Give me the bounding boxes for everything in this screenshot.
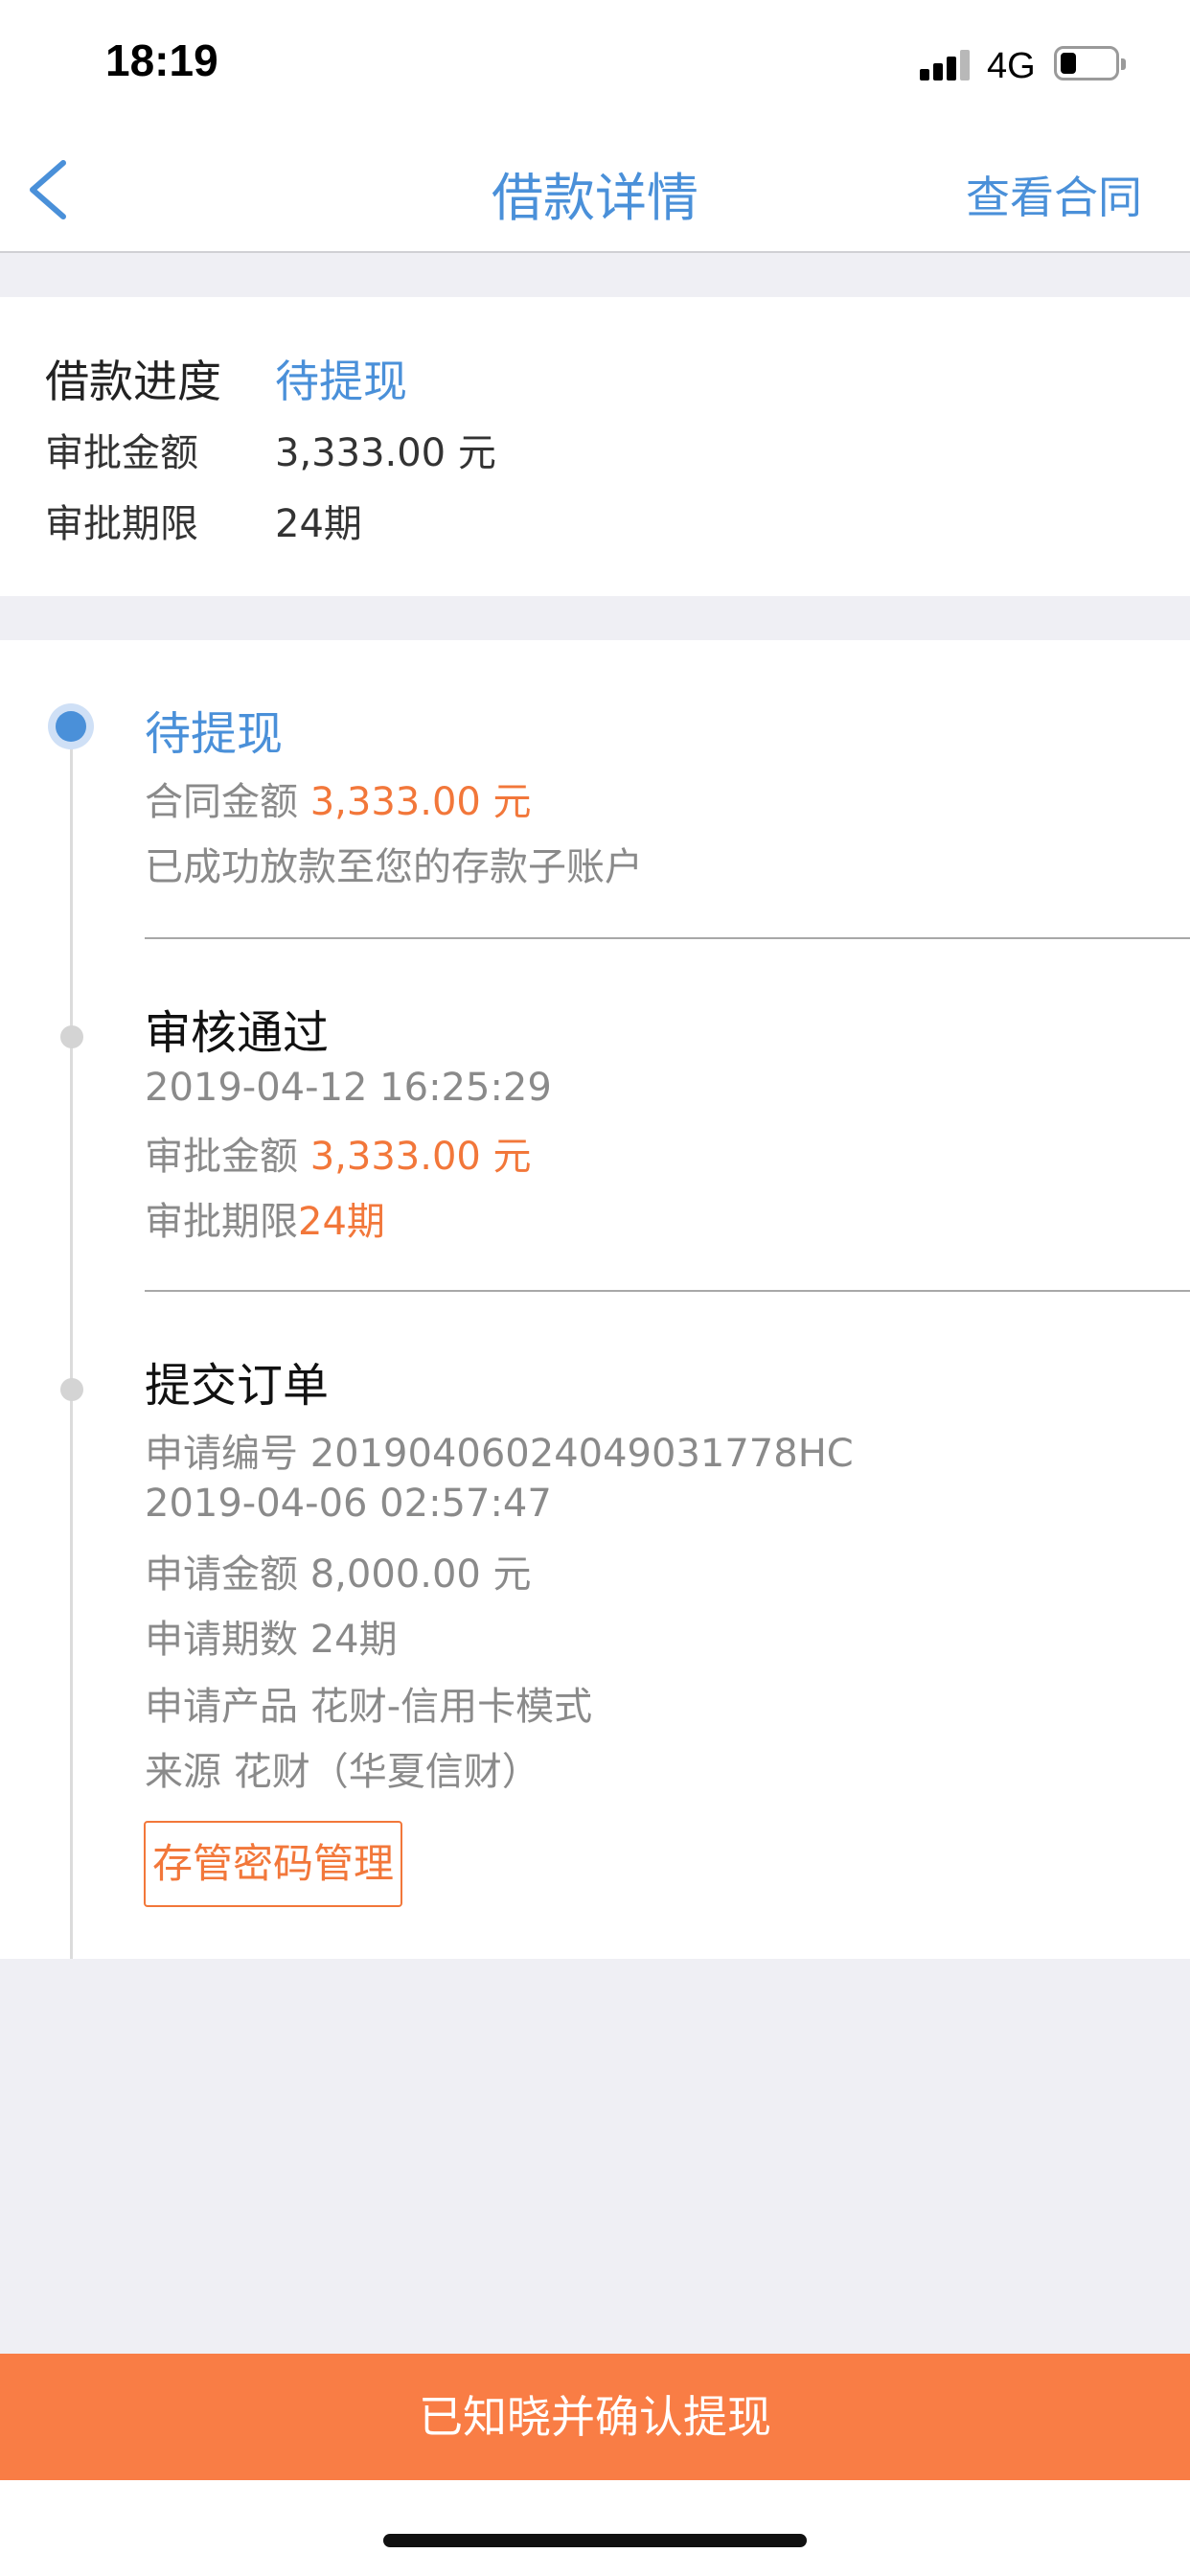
step-approved-term-value: 24期 xyxy=(298,1200,385,1244)
application-term: 申请期数 24期 xyxy=(145,1618,398,1662)
timeline-dot xyxy=(60,1378,83,1401)
network-type: 4G xyxy=(987,46,1036,86)
progress-value: 待提现 xyxy=(275,356,407,407)
status-time: 18:19 xyxy=(105,35,218,85)
home-indicator-area xyxy=(0,2480,1190,2576)
home-indicator[interactable] xyxy=(383,2534,807,2547)
approved-amount-value: 3,333.00 元 xyxy=(275,431,496,475)
loan-summary-card: 借款进度 待提现 审批金额 3,333.00 元 审批期限 24期 xyxy=(0,297,1190,596)
approved-term-label: 审批期限 xyxy=(45,502,198,546)
application-number: 申请编号 20190406024049031778HC xyxy=(145,1432,854,1476)
step-approved-term-label: 审批期限 xyxy=(145,1200,298,1244)
step-approved-amount-label: 审批金额 xyxy=(145,1135,298,1179)
approved-term-row: 审批期限 24期 xyxy=(45,493,362,548)
step-approved-term-line: 审批期限24期 xyxy=(145,1190,385,1246)
divider xyxy=(145,937,1190,939)
step-withdraw-title: 待提现 xyxy=(145,707,284,761)
application-amount: 申请金额 8,000.00 元 xyxy=(145,1552,532,1597)
step-order-title: 提交订单 xyxy=(145,1359,330,1413)
contract-amount-line: 合同金额 3,333.00 元 xyxy=(145,770,532,826)
disbursed-note: 已成功放款至您的存款子账户 xyxy=(145,845,643,889)
timeline-line xyxy=(70,726,73,1959)
divider xyxy=(145,1290,1190,1292)
timeline-dot xyxy=(60,1025,83,1048)
approved-term-value: 24期 xyxy=(275,502,362,546)
contract-amount-value: 3,333.00 元 xyxy=(309,780,532,824)
status-bar: 18:19 4G xyxy=(0,0,1190,126)
approved-amount-label: 审批金额 xyxy=(45,431,198,475)
application-product: 申请产品 花财-信用卡模式 xyxy=(145,1685,593,1729)
application-source: 来源 花财（华夏信财） xyxy=(145,1750,540,1794)
battery-low-icon xyxy=(1054,46,1126,80)
step-approved-amount-line: 审批金额 3,333.00 元 xyxy=(145,1125,532,1181)
approved-time: 2019-04-12 16:25:29 xyxy=(145,1066,552,1110)
loan-timeline: 待提现 合同金额 3,333.00 元 已成功放款至您的存款子账户 审核通过 2… xyxy=(0,640,1190,1959)
page: 18:19 4G 借款详情 查看合同 借款进度 待提现 审批金额 3,333.00 … xyxy=(0,0,1190,2576)
step-approved-amount-value: 3,333.00 元 xyxy=(309,1135,532,1179)
progress-label: 借款进度 xyxy=(45,356,221,407)
step-approved-title: 审核通过 xyxy=(145,1006,330,1060)
progress-row: 借款进度 待提现 xyxy=(45,347,407,410)
cellular-signal-icon xyxy=(920,48,972,80)
view-contract-link[interactable]: 查看合同 xyxy=(966,163,1142,226)
confirm-withdraw-button[interactable]: 已知晓并确认提现 xyxy=(0,2354,1190,2480)
nav-bar: 借款详情 查看合同 xyxy=(0,126,1190,253)
order-time: 2019-04-06 02:57:47 xyxy=(145,1482,552,1526)
custody-password-button[interactable]: 存管密码管理 xyxy=(144,1821,402,1907)
approved-amount-row: 审批金额 3,333.00 元 xyxy=(45,422,496,477)
timeline-dot-active xyxy=(48,703,94,749)
contract-amount-label: 合同金额 xyxy=(145,780,298,824)
